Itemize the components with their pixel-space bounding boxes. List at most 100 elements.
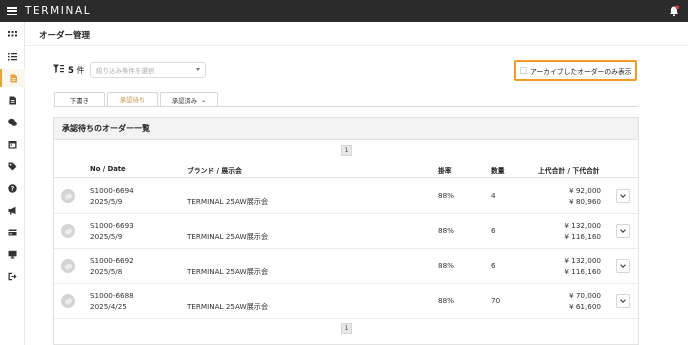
chat-icon (8, 118, 17, 126)
order-brand: TERMINAL 25AW展示会 (187, 232, 269, 241)
order-date: 2025/5/8 (90, 267, 123, 276)
brand-avatar (61, 294, 75, 308)
title-divider (25, 45, 688, 46)
row-expand-button[interactable] (616, 189, 630, 203)
card-title: 承認待ちのオーダー一覧 (54, 118, 638, 140)
chevron-down-icon (620, 227, 626, 233)
retail-total: ¥ 132,000 (564, 221, 601, 230)
header-brand: ブランド / 展示会 (187, 167, 242, 175)
chevron-down-icon (620, 192, 626, 198)
logout-icon (8, 272, 17, 280)
sidebar-item-billing[interactable] (0, 223, 25, 241)
order-price: ¥ 132,000 ¥ 116,160 (564, 220, 601, 242)
row-expand-button[interactable] (616, 224, 630, 238)
menu-icon[interactable] (7, 7, 17, 15)
pagination-page-top[interactable]: 1 (341, 145, 352, 156)
order-rate: 88% (438, 226, 454, 235)
notification-bell-icon[interactable] (668, 5, 680, 17)
file-icon (9, 96, 16, 104)
sidebar-item-calendar[interactable] (0, 135, 25, 153)
header-rate: 掛率 (438, 167, 452, 175)
order-count-unit: 件 (76, 66, 85, 75)
tab-approved-label: 承認済み (171, 97, 198, 105)
sidebar-item-orders[interactable] (0, 69, 25, 87)
svg-text:?: ? (11, 185, 15, 192)
megaphone-icon (8, 206, 16, 214)
row-expand-button[interactable] (616, 259, 630, 273)
tab-draft-label: 下書き (70, 97, 89, 105)
order-price: ¥ 70,000 ¥ 61,600 (569, 290, 601, 312)
monitor-icon (8, 250, 17, 258)
retail-total: ¥ 132,000 (564, 256, 601, 265)
order-no-date: S1000-6692 2025/5/8 (90, 255, 134, 277)
sidebar-item-dashboard[interactable] (0, 25, 25, 43)
tab-pending-approval[interactable]: 承認待ち (107, 92, 158, 107)
wholesale-total: ¥ 116,160 (564, 267, 601, 276)
chevron-down-icon (196, 68, 200, 71)
order-number: S1000-6694 (90, 186, 134, 195)
header-qty: 数量 (491, 167, 505, 175)
sidebar-item-logout[interactable] (0, 267, 25, 285)
tab-draft[interactable]: 下書き (54, 92, 105, 107)
table-row[interactable]: S1000-6694 2025/5/9 TERMINAL 25AW展示会 88%… (54, 179, 638, 214)
brand-avatar (61, 259, 75, 273)
tabs-divider (54, 106, 638, 107)
filter-condition-select[interactable]: 絞り込み条件を選択 (90, 62, 206, 78)
table-row[interactable]: S1000-6693 2025/5/9 TERMINAL 25AW展示会 88%… (54, 214, 638, 249)
order-qty: 6 (491, 226, 496, 235)
tab-pending-approval-label: 承認待ち (119, 97, 146, 104)
pending-orders-card: 承認待ちのオーダー一覧 1 No / Date ブランド / 展示会 掛率 数量… (53, 117, 639, 345)
page-title: オーダー管理 (39, 31, 91, 41)
sidebar-item-help[interactable]: ? (0, 179, 25, 197)
status-tabs: 下書き 承認待ち 承認済み ⌄ (54, 92, 220, 107)
retail-total: ¥ 92,000 (568, 186, 601, 195)
order-price: ¥ 92,000 ¥ 80,960 (569, 185, 601, 207)
table-header: No / Date ブランド / 展示会 掛率 数量 上代合計 / 下代合計 (54, 162, 638, 178)
order-rate: 88% (438, 191, 454, 200)
order-document-icon (10, 74, 17, 82)
pagination-page-bottom[interactable]: 1 (341, 323, 352, 334)
top-bar: TERMINAL (0, 0, 688, 22)
order-no-date: S1000-6688 2025/4/25 (90, 290, 134, 312)
chevron-down-icon (620, 297, 626, 303)
order-date: 2025/4/25 (90, 302, 127, 311)
archive-only-toggle[interactable]: アーカイブしたオーダーのみ表示 (514, 60, 637, 81)
order-count: 5 件 (68, 65, 84, 76)
sidebar-item-display[interactable] (0, 245, 25, 263)
table-row[interactable]: S1000-6692 2025/5/8 TERMINAL 25AW展示会 88%… (54, 249, 638, 284)
brand-avatar (61, 189, 75, 203)
tab-approved[interactable]: 承認済み ⌄ (160, 92, 218, 107)
calendar-icon (8, 140, 17, 148)
sidebar-item-tags[interactable] (0, 157, 25, 175)
filter-icon[interactable] (53, 64, 64, 74)
order-brand: TERMINAL 25AW展示会 (187, 267, 269, 276)
brand-avatar (61, 224, 75, 238)
app-logo[interactable]: TERMINAL (25, 5, 91, 17)
wholesale-total: ¥ 61,600 (568, 302, 601, 311)
sidebar-item-list[interactable] (0, 47, 25, 65)
order-count-number: 5 (68, 66, 74, 76)
header-no-date: No / Date (90, 165, 126, 173)
order-number: S1000-6692 (90, 256, 134, 265)
order-number: S1000-6688 (90, 291, 134, 300)
tag-icon (8, 162, 17, 170)
order-qty: 6 (491, 261, 496, 270)
order-brand: TERMINAL 25AW展示会 (187, 197, 269, 206)
wholesale-total: ¥ 116,160 (564, 232, 601, 241)
order-no-date: S1000-6694 2025/5/9 (90, 185, 134, 207)
sidebar-item-messages[interactable] (0, 113, 25, 131)
order-rate: 88% (438, 296, 454, 305)
archive-only-checkbox[interactable] (520, 67, 527, 74)
table-row[interactable]: S1000-6688 2025/4/25 TERMINAL 25AW展示会 88… (54, 284, 638, 319)
archive-only-label: アーカイブしたオーダーのみ表示 (530, 67, 632, 76)
chevron-down-icon: ⌄ (201, 96, 207, 104)
order-rate: 88% (438, 261, 454, 270)
order-date: 2025/5/9 (90, 197, 123, 206)
sidebar-item-documents[interactable] (0, 91, 25, 109)
header-price: 上代合計 / 下代合計 (538, 167, 600, 175)
wholesale-total: ¥ 80,960 (568, 197, 601, 206)
row-expand-button[interactable] (616, 294, 630, 308)
order-price: ¥ 132,000 ¥ 116,160 (564, 255, 601, 277)
sidebar-item-announcements[interactable] (0, 201, 25, 219)
help-icon: ? (8, 183, 17, 193)
